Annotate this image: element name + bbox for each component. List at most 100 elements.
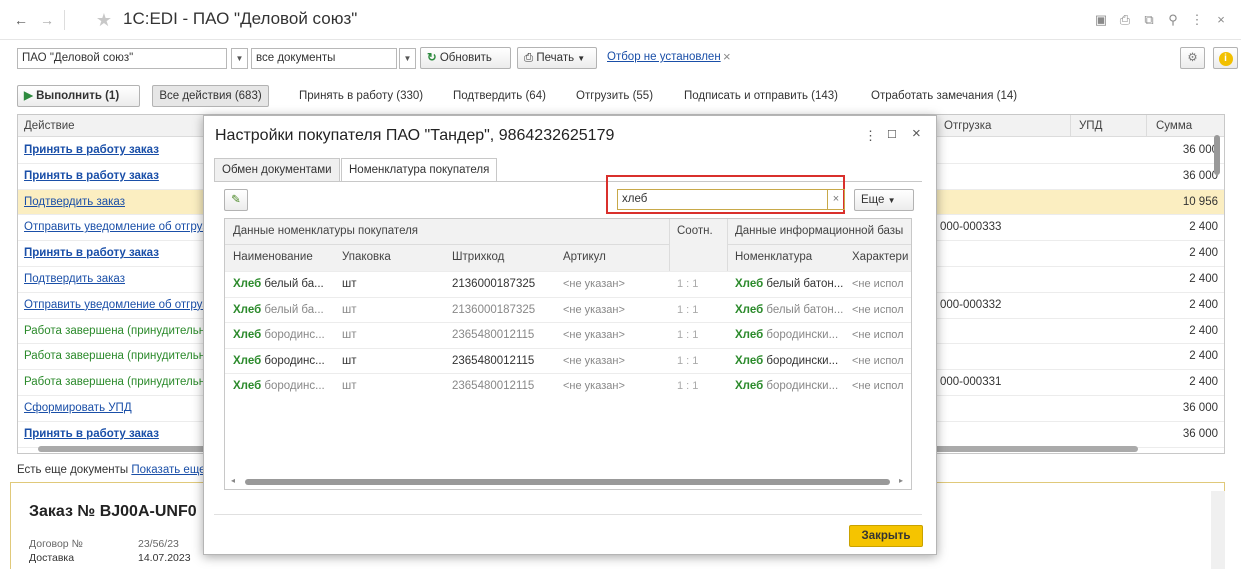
action-cell[interactable]: Принять в работу заказ <box>24 422 204 447</box>
action-cell[interactable]: Сформировать УПД <box>24 396 204 421</box>
tab-document-exchange[interactable]: Обмен документами <box>214 158 340 182</box>
back-arrow-icon[interactable]: ← <box>12 11 30 29</box>
action-cell[interactable]: Подтвердить заказ <box>24 190 204 215</box>
sum-cell: 2 400 <box>1189 247 1218 260</box>
scroll-right-icon[interactable]: ▸ <box>899 476 903 485</box>
name-rest: белый ба... <box>261 278 324 290</box>
tab-buyer-nomenclature[interactable]: Номенклатура покупателя <box>341 158 498 182</box>
window-title: 1C:EDI - ПАО "Деловой союз" <box>123 9 358 28</box>
vertical-scrollbar[interactable] <box>1214 135 1220 175</box>
horizontal-scrollbar[interactable] <box>245 479 890 485</box>
keyword-highlight: Хлеб <box>735 329 764 341</box>
tab-ship[interactable]: Отгрузить (55) <box>576 85 653 107</box>
chevron-down-icon: ▼ <box>577 54 586 63</box>
panel-scrollbar[interactable] <box>1211 491 1225 569</box>
close-icon[interactable]: × <box>1213 12 1229 28</box>
name-cell: Хлеб бородинс... <box>233 323 337 348</box>
header-sum[interactable]: Сумма <box>1150 115 1192 137</box>
header-action[interactable]: Действие <box>18 115 75 137</box>
sum-cell: 2 400 <box>1189 298 1218 311</box>
action-cell[interactable]: Принять в работу заказ <box>24 241 204 266</box>
ratio-cell: 1 : 1 <box>677 278 699 290</box>
clear-search-icon[interactable]: × <box>828 189 845 210</box>
header-shipment[interactable]: Отгрузка <box>938 115 991 137</box>
print-button[interactable]: ⎙ Печать ▼ <box>517 47 597 69</box>
star-icon[interactable]: ★ <box>95 11 113 29</box>
name-rest: бородинс... <box>261 329 325 341</box>
link-icon[interactable]: ⚲ <box>1165 12 1181 28</box>
col-name[interactable]: Наименование <box>233 245 313 270</box>
col-nomenclature[interactable]: Номенклатура <box>735 245 812 270</box>
documents-dropdown-icon[interactable]: ▼ <box>399 48 416 69</box>
action-cell[interactable]: Работа завершена (принудительно) <box>24 344 204 369</box>
forward-arrow-icon[interactable]: → <box>38 11 56 29</box>
footer-divider <box>214 514 922 515</box>
col-pack[interactable]: Упаковка <box>342 245 391 270</box>
sum-cell: 2 400 <box>1189 376 1218 389</box>
organization-dropdown-icon[interactable]: ▼ <box>231 48 248 69</box>
clear-filter-icon[interactable]: × <box>723 49 731 64</box>
nomenclature-table: Данные номенклатуры покупателя Соотн. Да… <box>224 218 912 490</box>
printer-icon[interactable]: ⎙ <box>1117 12 1133 28</box>
ratio-cell: 1 : 1 <box>677 303 699 316</box>
documents-filter-select[interactable]: все документы <box>251 48 397 69</box>
action-cell[interactable]: Отправить уведомление об отгрузке <box>24 215 204 240</box>
edit-button[interactable]: ✎ <box>224 189 248 211</box>
tab-sign-send[interactable]: Подписать и отправить (143) <box>684 85 838 107</box>
refresh-icon: ↻ <box>427 52 437 64</box>
delivery-label: Доставка <box>29 552 75 564</box>
col-article[interactable]: Артикул <box>563 245 606 270</box>
col-characteristic[interactable]: Характери <box>852 245 908 270</box>
keyword-highlight: Хлеб <box>233 303 262 316</box>
save-icon[interactable]: ▣ <box>1093 12 1109 28</box>
list-item[interactable]: Хлеб белый ба... шт 2136000187325 <не указа… <box>225 296 911 323</box>
tab-all-actions[interactable]: Все действия (683) <box>152 85 269 107</box>
info-icon: i <box>1218 52 1233 66</box>
col-divider <box>669 219 670 271</box>
sum-cell: 2 400 <box>1189 350 1218 363</box>
show-more-link[interactable]: Показать еще <box>131 464 205 476</box>
sum-cell: 10 956 <box>1182 195 1218 208</box>
action-cell[interactable]: Работа завершена (принудительно) <box>24 319 204 344</box>
action-cell[interactable]: Принять в работу заказ <box>24 164 204 189</box>
preview-icon[interactable]: ⧉ <box>1141 12 1157 28</box>
col-divider <box>1070 115 1071 137</box>
list-item[interactable]: Хлеб бородинс... шт 2365480012115 <не указа… <box>225 347 911 374</box>
header-upd[interactable]: УПД <box>1073 115 1102 137</box>
more-button[interactable]: Еще ▼ <box>854 189 914 211</box>
nomenclature-rest: бородински... <box>763 380 839 392</box>
action-cell[interactable]: Подтвердить заказ <box>24 267 204 292</box>
more-vertical-icon[interactable]: ⋮ <box>864 128 877 144</box>
more-vertical-icon[interactable]: ⋮ <box>1189 12 1205 28</box>
scroll-left-icon[interactable]: ◂ <box>231 476 235 485</box>
close-button[interactable]: Закрыть <box>849 525 923 547</box>
shipment-cell: 000-000333 <box>940 221 1002 234</box>
action-cell[interactable]: Отправить уведомление об отгрузке <box>24 293 204 318</box>
sum-cell: 2 400 <box>1189 221 1218 234</box>
list-item[interactable]: Хлеб бородинс... шт 2365480012115 <не указа… <box>225 322 911 348</box>
execute-button[interactable]: ▶ Выполнить (1) <box>17 85 140 107</box>
action-cell[interactable]: Работа завершена (принудительно) <box>24 370 204 395</box>
sum-cell: 36 000 <box>1182 427 1218 440</box>
action-cell[interactable]: Принять в работу заказ <box>24 138 204 163</box>
close-icon[interactable]: × <box>912 125 921 142</box>
list-item[interactable]: Хлеб белый ба... шт 2136000187325 <не указа… <box>225 271 911 297</box>
col-barcode[interactable]: Штрихкод <box>452 245 504 270</box>
characteristic-cell: <не испол <box>852 329 904 341</box>
settings-button[interactable]: ⚙ <box>1180 47 1205 69</box>
refresh-button[interactable]: ↻ Обновить <box>420 47 511 69</box>
nomenclature-rest: бородински... <box>763 329 839 341</box>
tab-confirm[interactable]: Подтвердить (64) <box>453 85 546 107</box>
maximize-icon[interactable]: ☐ <box>887 128 897 141</box>
list-item[interactable]: Хлеб бородинс... шт 2365480012115 <не указа… <box>225 373 911 399</box>
tab-accept[interactable]: Принять в работу (330) <box>299 85 423 107</box>
info-button[interactable]: i <box>1213 47 1238 69</box>
filter-link[interactable]: Отбор не установлен <box>607 51 721 63</box>
barcode-cell: 2365480012115 <box>452 354 535 367</box>
ratio-cell: 1 : 1 <box>677 380 699 392</box>
search-input[interactable]: хлеб <box>617 189 828 210</box>
organization-select[interactable]: ПАО "Деловой союз" <box>17 48 227 69</box>
article-cell: <не указан> <box>563 303 625 316</box>
tab-fix-remarks[interactable]: Отработать замечания (14) <box>871 85 1017 107</box>
shipment-cell <box>940 396 1060 421</box>
